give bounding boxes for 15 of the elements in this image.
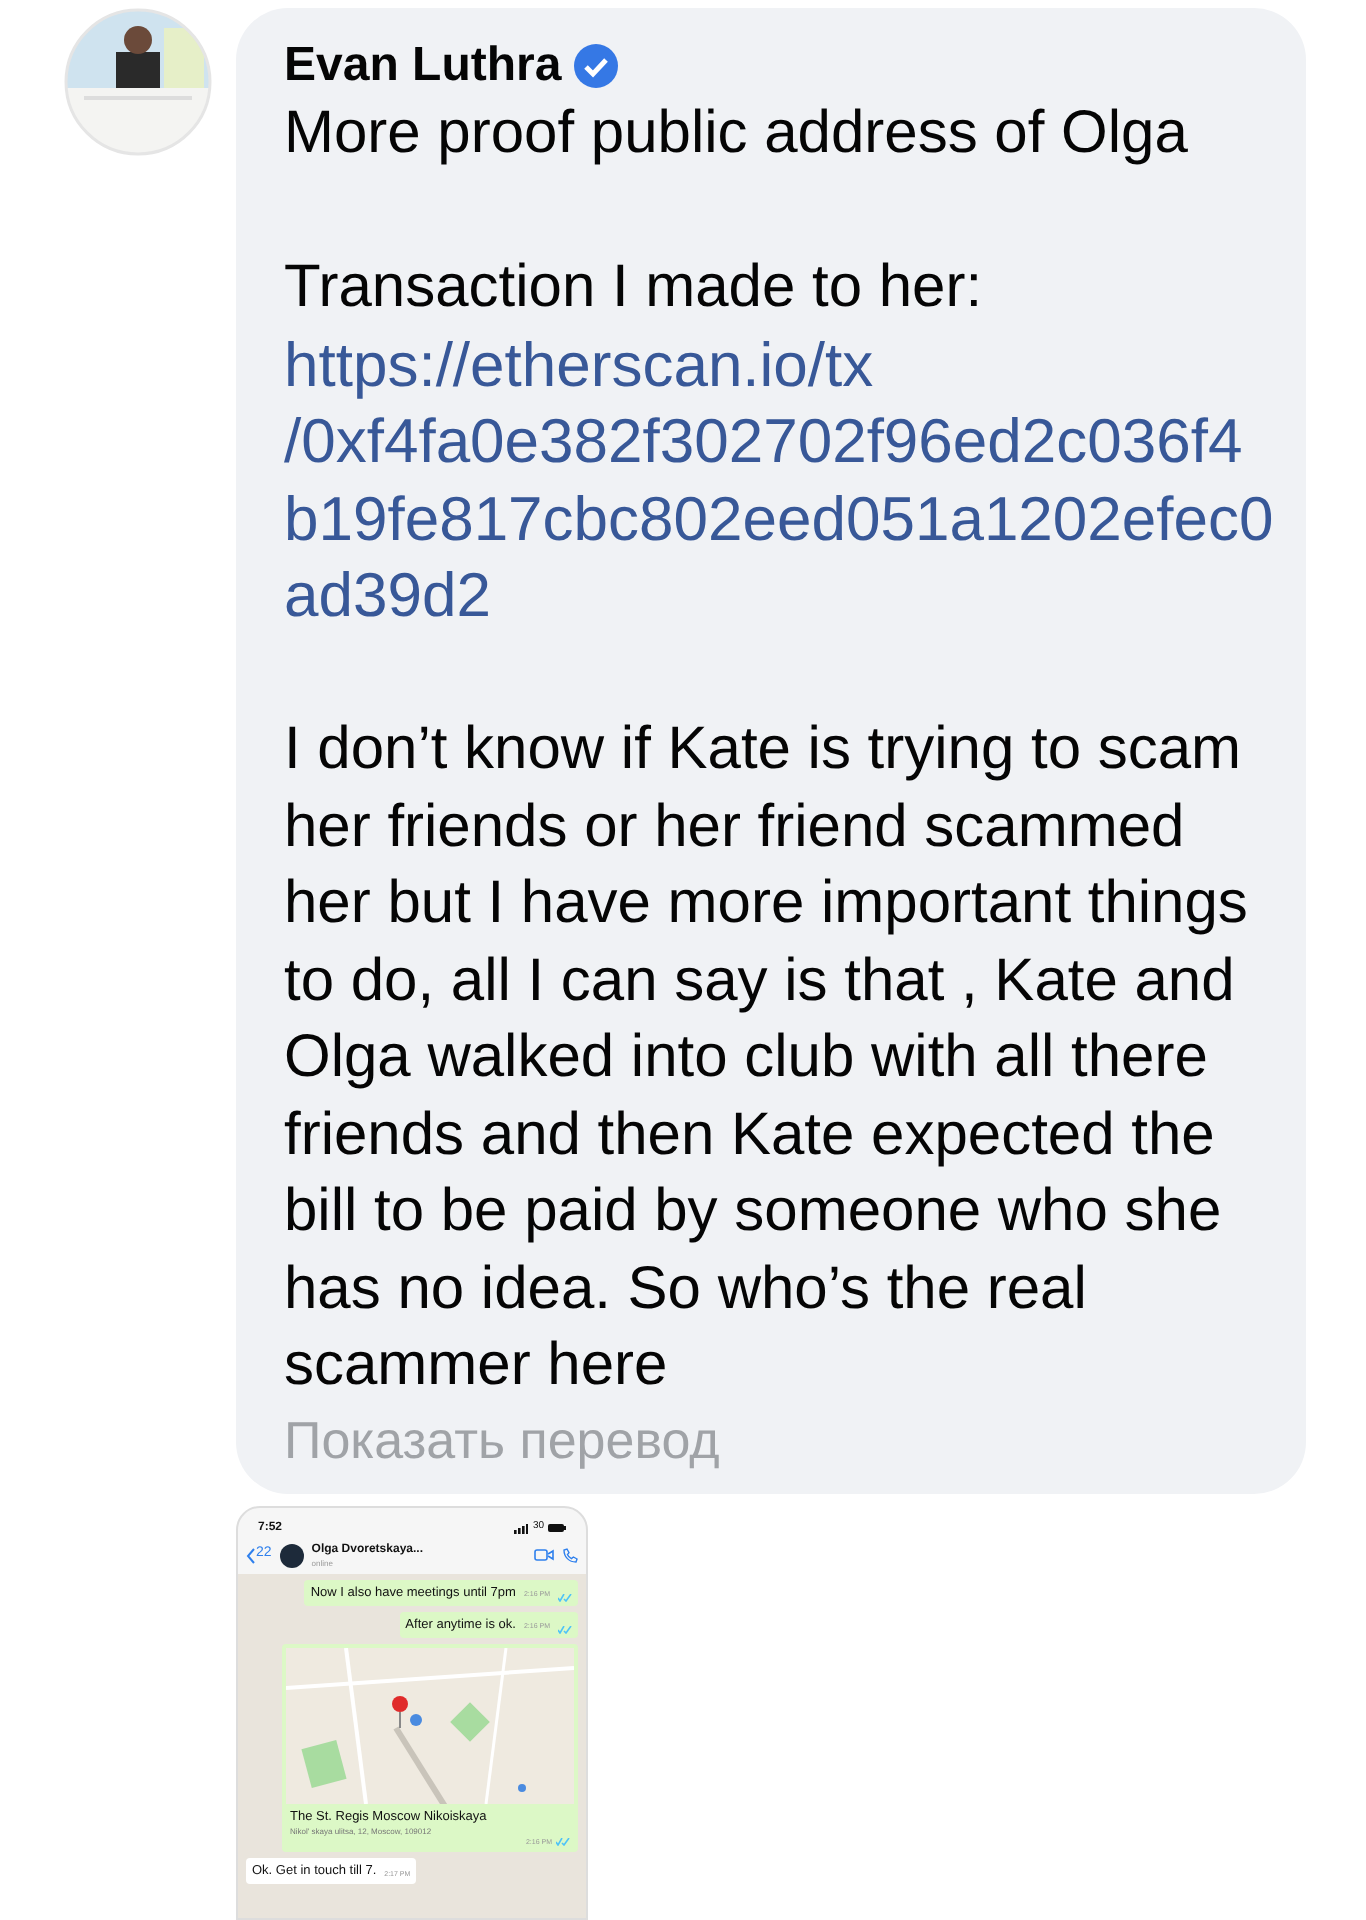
double-check-icon [558,1625,572,1633]
phone-icon[interactable] [562,1547,578,1563]
author-name: Evan Luthra [284,36,562,96]
message-text: More proof public address of Olga [284,98,1190,170]
battery-icon [548,1524,566,1532]
double-check-icon [558,1593,572,1601]
video-call-icon[interactable] [534,1548,554,1562]
show-translation-link[interactable]: Показать перевод [284,1409,720,1469]
avatar-icon [279,1543,304,1567]
signal-icon [514,1523,529,1533]
transaction-link[interactable]: https://etherscan.io/tx /0xf4fa0e382f302702f96ed2c036f4 b19fe817cbc802eed051a1202efec0 ad39d2 [284,327,1274,635]
chevron-left-icon [246,1547,256,1563]
message-text: I don’t know if Kate is trying to scam her friends or her friend scammed her but I have more important things to do, all I can say is that , Kate and Olga walked into club with all there friends and then Kate expected the bill to be paid by someone who she has no idea. So who’s the real scammer here [284,714,1250,1402]
message-text: Transaction I made to her: [284,252,985,324]
double-check-icon [556,1838,570,1847]
